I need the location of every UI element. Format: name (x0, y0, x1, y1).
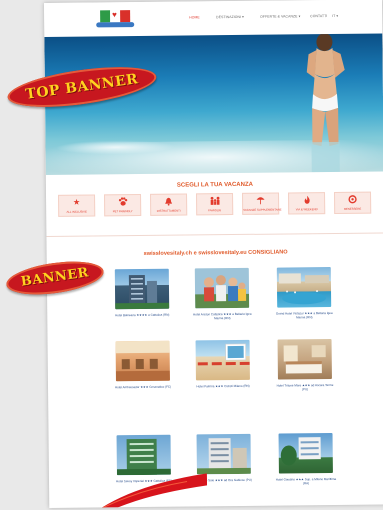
site-logo[interactable]: ♥ (96, 8, 135, 30)
nav-offerte[interactable]: OFFERTE & VACANZE ▾ (260, 14, 300, 18)
hero-image (44, 33, 383, 175)
red-ribbon-decoration (97, 473, 208, 508)
hotel-caption[interactable]: Grand Hotel Vistazur ★★★ a Bellaria Igea… (273, 311, 335, 320)
nav-destinazioni[interactable]: DESTINAZIONI ▾ (216, 15, 244, 19)
hotel-image[interactable] (114, 268, 170, 310)
fire-icon (289, 195, 324, 207)
top-navigation: ♥ HOME DESTINAZIONI ▾ OFFERTE & VACANZE … (44, 0, 383, 37)
category-all-inclusive[interactable]: ★ ALL INCLUSIVE (58, 194, 96, 217)
category-label: VACANZE SUPPLEMENTARE (243, 207, 282, 212)
category-famiglie[interactable]: FAMIGLIE (196, 193, 234, 216)
category-benessere[interactable]: BENESSERE (333, 191, 372, 214)
hotel-image[interactable] (277, 339, 332, 380)
hotel-image[interactable] (276, 267, 332, 308)
category-label: ALL INCLUSIVE (66, 209, 87, 214)
star-icon: ★ (72, 197, 81, 207)
wave-icon (96, 22, 135, 28)
hotel-image[interactable] (196, 433, 251, 475)
nav-home[interactable]: HOME (189, 15, 200, 19)
paw-icon (105, 197, 140, 209)
heart-icon: ♥ (112, 10, 117, 20)
hotel-image[interactable] (115, 340, 170, 382)
hotel-caption[interactable]: Hotel Ambassador ★★★ Cesenatico (FC) (112, 385, 174, 390)
hotel-image[interactable] (116, 434, 171, 476)
hotel-caption[interactable]: Hotel Tritone Mare ★★★ ad Ascara Terme (… (274, 383, 336, 392)
family-icon (197, 196, 232, 208)
hotel-image[interactable] (278, 433, 333, 474)
category-label: BENESSERE (344, 206, 362, 211)
category-vacanze[interactable]: VACANZE SUPPLEMENTARE (241, 192, 282, 215)
nav-language[interactable]: IT ▾ (332, 14, 338, 18)
hotel-caption[interactable]: Hotel Ariston Cattolica ★★★ a Bellaria I… (191, 312, 253, 321)
hotel-caption[interactable]: Hotel Balnearia ★★★★ a Cattolica (RN) (111, 313, 173, 318)
hotel-image[interactable] (195, 339, 250, 381)
hotel-caption[interactable]: Hotel Palmira ★★★ Ciclisti Milano (RN) (192, 384, 254, 389)
category-label: PET FRIENDLY (112, 209, 133, 214)
category-weekend[interactable]: VIA & WEEKEND (287, 192, 326, 215)
settings-icon (335, 195, 370, 207)
categories-title: SCEGLI LA TUA VACANZA (176, 181, 253, 189)
hotel-image[interactable] (194, 267, 250, 309)
category-label: FAMIGLIE (208, 208, 222, 213)
category-label: VIA & WEEKEND (295, 207, 318, 212)
category-label: DISTRATTAMENTI (156, 208, 181, 213)
category-distrattamenti[interactable]: DISTRATTAMENTI (150, 193, 188, 216)
bell-icon (151, 197, 186, 209)
category-row: ★ ALL INCLUSIVE PET FRIENDLY DISTRATTAME… (58, 191, 383, 217)
woman-in-sea-image (306, 33, 345, 173)
category-pet-friendly[interactable]: PET FRIENDLY (104, 193, 142, 217)
nav-contatti[interactable]: CONTATTI (310, 14, 327, 18)
beach-umbrella-icon (243, 196, 278, 208)
section-divider (46, 232, 383, 237)
hotel-caption[interactable]: Hotel Giardino ★★★ Sup. a Milano Maritti… (275, 477, 337, 486)
